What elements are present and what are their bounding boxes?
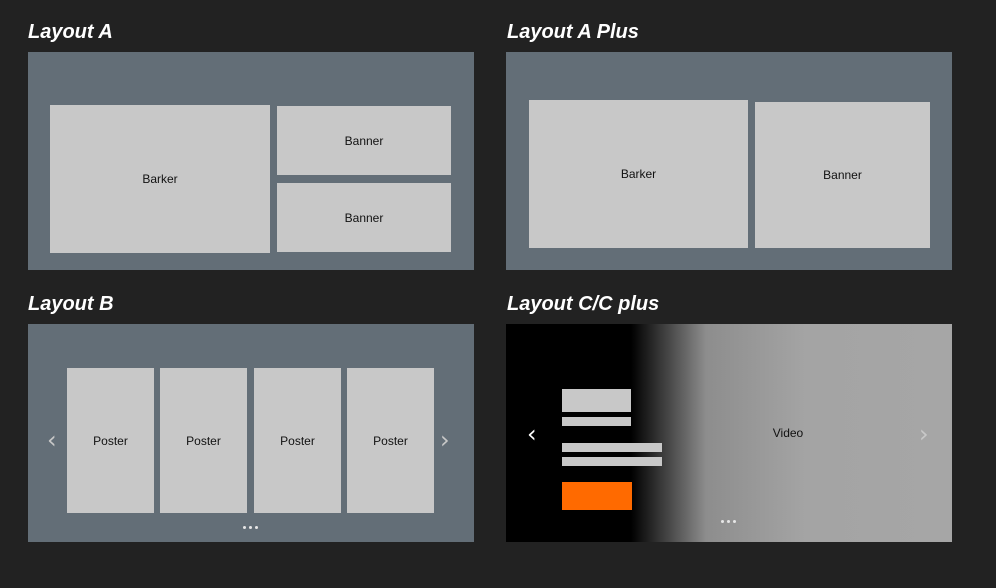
pagination-dots[interactable] <box>240 526 260 530</box>
description-line-1 <box>562 443 662 452</box>
video-label: Video <box>772 426 804 440</box>
poster-tile-3[interactable]: Poster <box>254 368 341 513</box>
chevron-left-icon[interactable]: ‹ <box>47 428 57 452</box>
layout-a-plus-title: Layout A Plus <box>507 21 639 43</box>
layout-a-plus-panel: Barker Banner <box>506 52 952 270</box>
banner-tile-top[interactable]: Banner <box>277 106 451 175</box>
layout-b-panel: ‹ Poster Poster Poster Poster › <box>28 324 474 542</box>
headline-placeholder <box>562 389 631 412</box>
layout-c-panel: ‹ Video › <box>506 324 952 542</box>
layout-b-title: Layout B <box>28 293 114 315</box>
poster-tile-2[interactable]: Poster <box>160 368 247 513</box>
chevron-right-icon[interactable]: › <box>919 422 929 446</box>
cta-button[interactable] <box>562 482 632 510</box>
layout-a-title: Layout A <box>28 21 113 43</box>
subtitle-placeholder <box>562 417 631 426</box>
poster-tile-1[interactable]: Poster <box>67 368 154 513</box>
chevron-right-icon[interactable]: › <box>440 428 450 452</box>
layout-a-panel: Barker Banner Banner <box>28 52 474 270</box>
poster-tile-4[interactable]: Poster <box>347 368 434 513</box>
barker-tile[interactable]: Barker <box>50 105 270 253</box>
banner-tile-bottom[interactable]: Banner <box>277 183 451 252</box>
chevron-left-icon[interactable]: ‹ <box>527 422 537 446</box>
layout-c-title: Layout C/C plus <box>507 293 660 315</box>
description-line-2 <box>562 457 662 466</box>
barker-tile[interactable]: Barker <box>529 100 748 248</box>
pagination-dots[interactable] <box>718 520 738 524</box>
banner-tile[interactable]: Banner <box>755 102 930 248</box>
